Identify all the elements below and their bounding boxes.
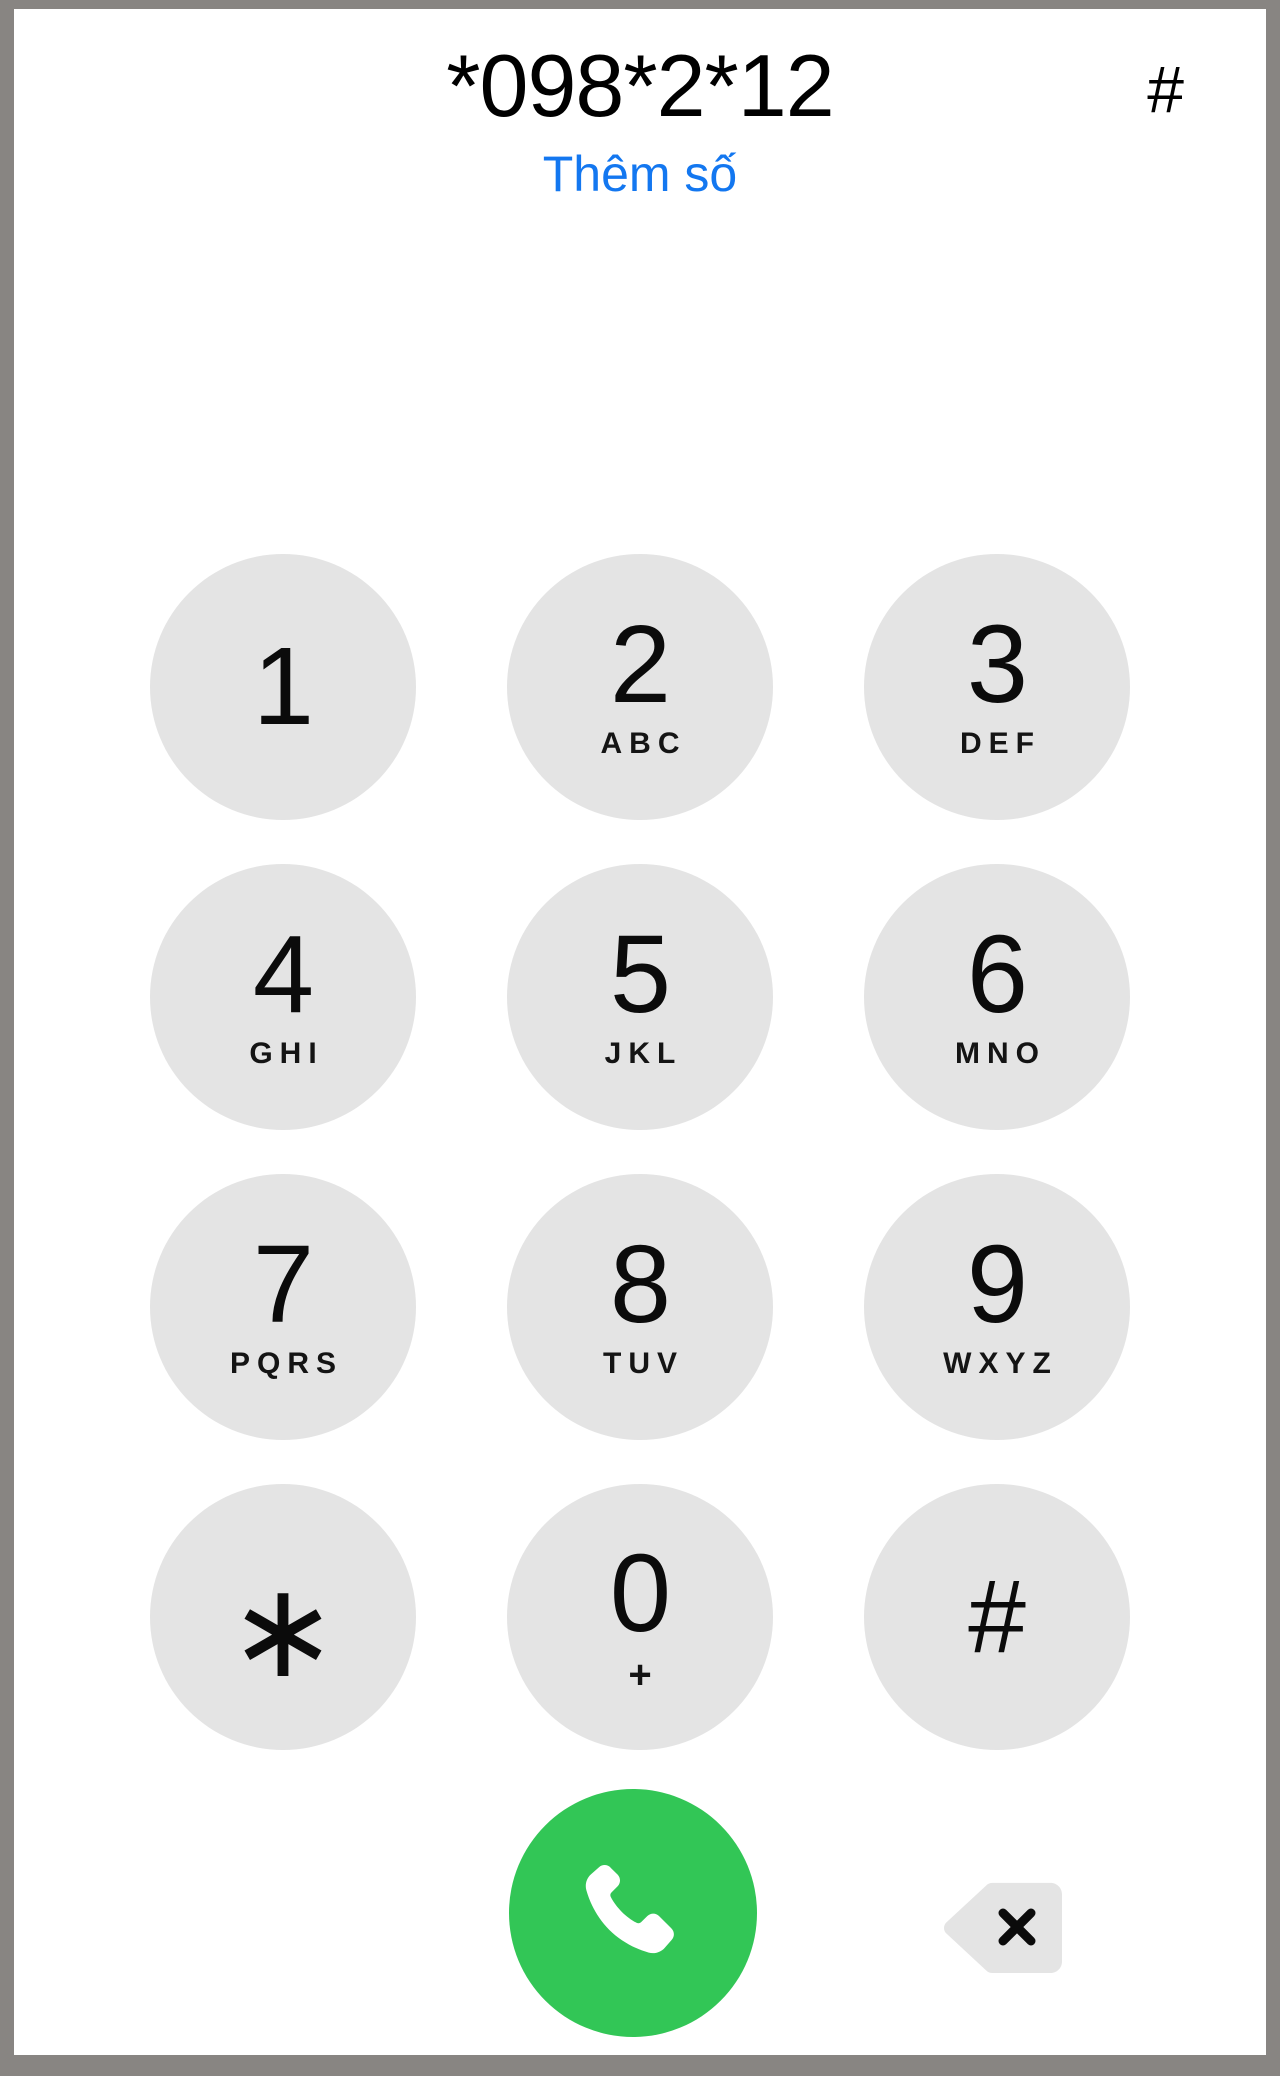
call-button[interactable] <box>509 1789 757 2037</box>
keypad-row: 7 PQRS 8 TUV 9 WXYZ <box>150 1174 1130 1440</box>
key-6-digit: 6 <box>966 913 1028 1036</box>
device-frame: *098*2*12 # Thêm số 1 2 ABC 3 DEF 4 GHI 5 JKL 6 MN… <box>0 0 1280 2076</box>
key-1-digit: 1 <box>252 625 314 748</box>
key-3-letters: DEF <box>960 727 1041 760</box>
key-7-digit: 7 <box>252 1223 314 1346</box>
key-3[interactable]: 3 DEF <box>864 554 1130 820</box>
key-4-digit: 4 <box>252 913 314 1036</box>
key-0-digit: 0 <box>609 1532 671 1655</box>
key-star[interactable]: ∗ <box>150 1484 416 1750</box>
key-star-digit: ∗ <box>227 1557 339 1704</box>
key-7-letters: PQRS <box>229 1347 344 1380</box>
phone-handset-icon <box>570 1850 696 1976</box>
number-display-area: *098*2*12 # Thêm số <box>14 9 1266 202</box>
keypad-row: 1 2 ABC 3 DEF <box>150 554 1130 820</box>
dialer-action-row <box>14 1789 1266 2055</box>
key-0[interactable]: 0 + <box>507 1484 773 1750</box>
key-2[interactable]: 2 ABC <box>507 554 773 820</box>
hash-indicator: # <box>1147 52 1184 126</box>
key-5-letters: JKL <box>604 1037 683 1070</box>
backspace-delete-icon <box>942 1881 1068 1973</box>
key-5[interactable]: 5 JKL <box>507 864 773 1130</box>
keypad-row: 4 GHI 5 JKL 6 MNO <box>150 864 1130 1130</box>
add-number-link[interactable]: Thêm số <box>14 143 1266 205</box>
key-0-letters: + <box>628 1653 652 1697</box>
key-4[interactable]: 4 GHI <box>150 864 416 1130</box>
key-3-digit: 3 <box>966 603 1028 726</box>
key-7[interactable]: 7 PQRS <box>150 1174 416 1440</box>
key-5-digit: 5 <box>609 913 671 1036</box>
dialed-number-text[interactable]: *098*2*12 <box>14 31 1266 141</box>
key-9[interactable]: 9 WXYZ <box>864 1174 1130 1440</box>
key-9-letters: WXYZ <box>943 1347 1058 1380</box>
key-2-letters: ABC <box>600 727 687 760</box>
keypad: 1 2 ABC 3 DEF 4 GHI 5 JKL 6 MNO 7 PQRS 8 TUV 9 WXYZ ∗ 0 + # <box>150 554 1130 1750</box>
key-1[interactable]: 1 <box>150 554 416 820</box>
key-6[interactable]: 6 MNO <box>864 864 1130 1130</box>
key-2-digit: 2 <box>609 603 671 726</box>
keypad-row: ∗ 0 + # <box>150 1484 1130 1750</box>
key-hash[interactable]: # <box>864 1484 1130 1750</box>
key-8-digit: 8 <box>609 1223 671 1346</box>
key-6-letters: MNO <box>955 1037 1046 1070</box>
key-9-digit: 9 <box>966 1223 1028 1346</box>
phone-screen: *098*2*12 # Thêm số 1 2 ABC 3 DEF 4 GHI 5 JKL 6 MN… <box>14 9 1266 2055</box>
key-hash-digit: # <box>968 1559 1026 1675</box>
key-4-letters: GHI <box>249 1037 324 1070</box>
key-8[interactable]: 8 TUV <box>507 1174 773 1440</box>
key-8-letters: TUV <box>603 1347 684 1380</box>
delete-backspace-button[interactable] <box>942 1881 1068 1973</box>
